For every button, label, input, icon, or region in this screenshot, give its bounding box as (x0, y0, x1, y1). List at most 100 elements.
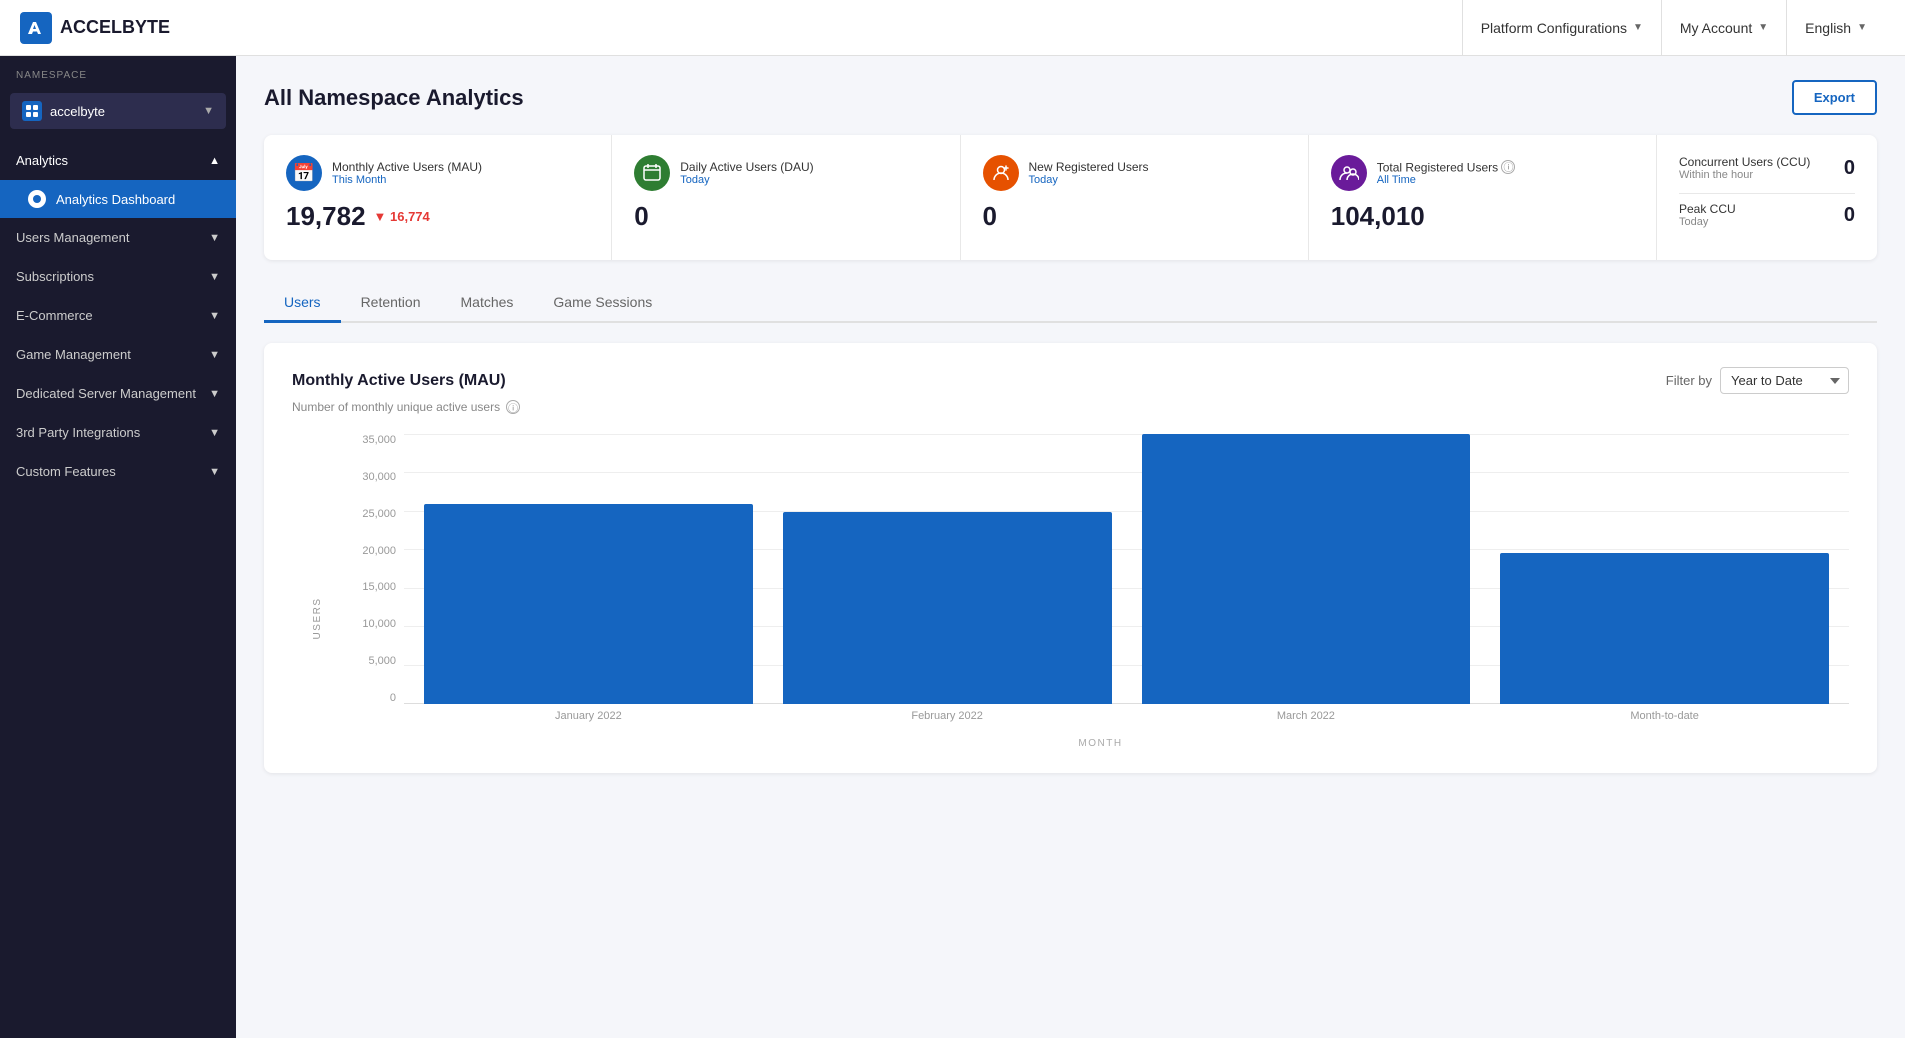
3rd-party-chevron: ▼ (209, 427, 220, 439)
analytics-chevron: ▲ (209, 155, 220, 167)
ccu-value: 0 (1844, 157, 1855, 180)
chart-section: Monthly Active Users (MAU) Filter by Yea… (264, 343, 1877, 773)
bar-group-feb (783, 434, 1112, 704)
my-account-nav[interactable]: My Account ▼ (1661, 0, 1786, 56)
logo-text: ACCELBYTE (60, 17, 170, 38)
chart-subtitle: Number of monthly unique active users ⓘ (292, 400, 1849, 414)
subscriptions-chevron: ▼ (209, 271, 220, 283)
sidebar-item-game-management[interactable]: Game Management ▼ (0, 335, 236, 374)
x-labels: January 2022 February 2022 March 2022 Mo… (404, 704, 1849, 734)
bar-mtd[interactable] (1500, 553, 1829, 704)
total-users-sublabel: All Time (1377, 174, 1516, 186)
ccu-title: Concurrent Users (CCU) (1679, 155, 1810, 169)
sidebar-item-subscriptions[interactable]: Subscriptions ▼ (0, 257, 236, 296)
dedicated-server-chevron: ▼ (209, 388, 220, 400)
ccu-sub: Within the hour (1679, 169, 1810, 181)
x-label-feb: February 2022 (783, 710, 1112, 734)
y-label-15000: 15,000 (362, 581, 396, 593)
custom-features-label: Custom Features (16, 464, 116, 479)
bar-mar[interactable] (1142, 434, 1471, 704)
sidebar-item-dedicated-server[interactable]: Dedicated Server Management ▼ (0, 374, 236, 413)
peak-ccu-sub: Today (1679, 216, 1736, 228)
export-button[interactable]: Export (1792, 80, 1877, 115)
sidebar-item-analytics[interactable]: Analytics ▲ (0, 141, 236, 180)
y-label-0: 0 (390, 692, 396, 704)
filter-select[interactable]: Year to Date Last 12 Months Last 6 Month… (1720, 367, 1849, 394)
stat-card-total-users: Total Registered Users ⓘ All Time 104,01… (1309, 135, 1657, 260)
total-users-label: Total Registered Users ⓘ (1377, 160, 1516, 175)
ccu-row-1: Concurrent Users (CCU) Within the hour 0 (1679, 155, 1855, 181)
sidebar: NAMESPACE accelbyte ▼ Analytics ▲ Analyt… (0, 56, 236, 1038)
tab-matches[interactable]: Matches (441, 284, 534, 323)
language-nav[interactable]: English ▼ (1786, 0, 1885, 56)
logo-icon (20, 12, 52, 44)
sidebar-item-custom-features[interactable]: Custom Features ▼ (0, 452, 236, 491)
top-nav-right: Platform Configurations ▼ My Account ▼ E… (1462, 0, 1885, 56)
dau-icon (634, 155, 670, 191)
sidebar-item-analytics-dashboard[interactable]: Analytics Dashboard (0, 180, 236, 218)
namespace-chevron-icon: ▼ (203, 105, 214, 117)
mau-sublabel: This Month (332, 174, 482, 186)
dedicated-server-label: Dedicated Server Management (16, 386, 196, 401)
3rd-party-label: 3rd Party Integrations (16, 425, 140, 440)
namespace-label: NAMESPACE (0, 56, 236, 89)
subscriptions-label: Subscriptions (16, 269, 94, 284)
mau-delta: ▼ 16,774 (374, 209, 430, 224)
y-label-20000: 20,000 (362, 545, 396, 557)
total-users-value: 104,010 (1331, 201, 1634, 232)
tab-retention[interactable]: Retention (341, 284, 441, 323)
chart-info-icon[interactable]: ⓘ (506, 400, 520, 414)
y-label-5000: 5,000 (368, 655, 396, 667)
game-management-label: Game Management (16, 347, 131, 362)
new-users-icon (983, 155, 1019, 191)
filter-by: Filter by Year to Date Last 12 Months La… (1666, 367, 1849, 394)
ecommerce-chevron: ▼ (209, 310, 220, 322)
platform-config-chevron: ▼ (1633, 22, 1643, 33)
analytics-label: Analytics (16, 153, 68, 168)
x-axis-label: MONTH (352, 738, 1849, 749)
chart-area: January 2022 February 2022 March 2022 Mo… (404, 434, 1849, 734)
dau-value: 0 (634, 201, 937, 232)
namespace-value: accelbyte (50, 104, 195, 119)
bar-jan[interactable] (424, 504, 753, 704)
mau-value: 19,782 ▼ 16,774 (286, 201, 589, 232)
chart-title: Monthly Active Users (MAU) (292, 372, 506, 390)
chart-header: Monthly Active Users (MAU) Filter by Yea… (292, 367, 1849, 394)
new-users-sublabel: Today (1029, 174, 1149, 186)
page-header: All Namespace Analytics Export (264, 80, 1877, 115)
y-label-35000: 35,000 (362, 434, 396, 446)
main-content: All Namespace Analytics Export 📅 Monthly… (236, 56, 1905, 1038)
x-label-mtd: Month-to-date (1500, 710, 1829, 734)
analytics-dashboard-label: Analytics Dashboard (56, 192, 175, 207)
users-management-chevron: ▼ (209, 232, 220, 244)
mau-label: Monthly Active Users (MAU) (332, 160, 482, 174)
sidebar-item-ecommerce[interactable]: E-Commerce ▼ (0, 296, 236, 335)
namespace-select[interactable]: accelbyte ▼ (10, 93, 226, 129)
peak-ccu-value: 0 (1844, 204, 1855, 227)
logo: ACCELBYTE (20, 12, 170, 44)
stat-card-new-users: New Registered Users Today 0 (961, 135, 1309, 260)
filter-label: Filter by (1666, 373, 1712, 388)
mau-icon: 📅 (286, 155, 322, 191)
y-label-10000: 10,000 (362, 618, 396, 630)
bar-group-mar (1142, 434, 1471, 704)
peak-ccu-label: Peak CCU (1679, 202, 1736, 216)
new-users-value: 0 (983, 201, 1286, 232)
total-users-info-icon[interactable]: ⓘ (1501, 160, 1515, 174)
platform-config-nav[interactable]: Platform Configurations ▼ (1462, 0, 1661, 56)
sidebar-item-3rd-party[interactable]: 3rd Party Integrations ▼ (0, 413, 236, 452)
tab-users[interactable]: Users (264, 284, 341, 323)
y-label-30000: 30,000 (362, 471, 396, 483)
sidebar-item-users-management[interactable]: Users Management ▼ (0, 218, 236, 257)
namespace-icon (22, 101, 42, 121)
x-label-mar: March 2022 (1142, 710, 1471, 734)
language-chevron: ▼ (1857, 22, 1867, 33)
tab-game-sessions[interactable]: Game Sessions (533, 284, 672, 323)
bar-feb[interactable] (783, 512, 1112, 704)
platform-config-label: Platform Configurations (1481, 20, 1627, 36)
custom-features-chevron: ▼ (209, 466, 220, 478)
language-label: English (1805, 20, 1851, 36)
ecommerce-label: E-Commerce (16, 308, 93, 323)
bars-container (404, 434, 1849, 704)
ccu-divider (1679, 193, 1855, 194)
